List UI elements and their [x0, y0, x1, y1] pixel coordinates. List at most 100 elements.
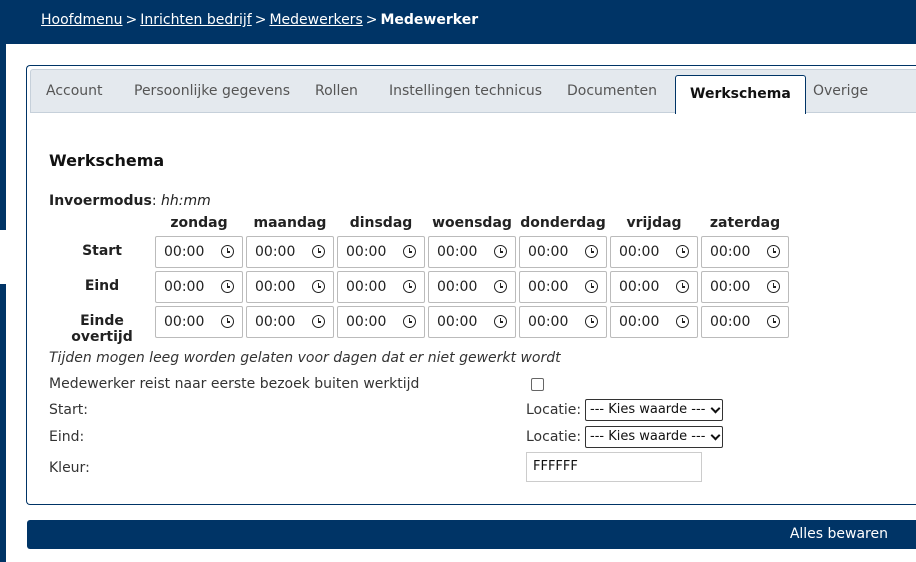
breadcrumb: Hoofdmenu > Inrichten bedrijf > Medewerkers >…: [41, 12, 478, 28]
day-header-4: donderdag: [520, 215, 606, 231]
start-location-select[interactable]: --- Kies waarde ---: [585, 399, 723, 421]
time-value: 00:00: [619, 279, 660, 295]
start-locatie-label: Locatie:: [526, 402, 582, 418]
time-input[interactable]: 00:00: [428, 236, 516, 268]
time-input[interactable]: 00:00: [519, 306, 607, 338]
breadcrumb-separator: >: [254, 12, 267, 28]
clock-icon[interactable]: [585, 315, 598, 328]
clock-icon[interactable]: [403, 280, 416, 293]
row-label-2: Einde overtijd: [71, 313, 133, 345]
save-all-label: Alles bewaren: [789, 526, 888, 542]
tab-account[interactable]: Account: [46, 70, 103, 113]
clock-icon[interactable]: [403, 315, 416, 328]
tab-documenten[interactable]: Documenten: [567, 70, 657, 113]
day-header-6: zaterdag: [709, 215, 781, 231]
clock-icon[interactable]: [585, 280, 598, 293]
schedule-note: Tijden mogen leeg worden gelaten voor da…: [49, 350, 561, 366]
tab-instellingen-technicus[interactable]: Instellingen technicus: [389, 70, 542, 113]
breadcrumb-medewerkers[interactable]: Medewerkers: [269, 12, 362, 28]
section-title: Werkschema: [49, 151, 165, 170]
time-input[interactable]: 00:00: [519, 236, 607, 268]
travel-checkbox[interactable]: [531, 378, 544, 391]
page-content: Account Persoonlijke gegevens Rollen Ins…: [6, 44, 916, 562]
time-value: 00:00: [255, 244, 296, 260]
time-input[interactable]: 00:00: [610, 306, 698, 338]
tab-bar: Account Persoonlijke gegevens Rollen Ins…: [30, 69, 916, 114]
time-value: 00:00: [710, 279, 751, 295]
time-value: 00:00: [528, 314, 569, 330]
clock-icon[interactable]: [767, 280, 780, 293]
travel-label: Medewerker reist naar eerste bezoek buit…: [49, 376, 420, 392]
breadcrumb-separator: >: [365, 12, 378, 28]
clock-icon[interactable]: [221, 280, 234, 293]
day-header-0: zondag: [170, 215, 228, 231]
time-value: 00:00: [528, 279, 569, 295]
clock-icon[interactable]: [221, 245, 234, 258]
time-input[interactable]: 00:00: [155, 306, 243, 338]
day-header-2: dinsdag: [349, 215, 413, 231]
time-input[interactable]: 00:00: [428, 306, 516, 338]
start-location-value: --- Kies waarde ---: [590, 402, 706, 417]
time-input[interactable]: 00:00: [246, 306, 334, 338]
time-input[interactable]: 00:00: [701, 271, 789, 303]
clock-icon[interactable]: [676, 280, 689, 293]
time-input[interactable]: 00:00: [701, 306, 789, 338]
tab-persoonlijke-gegevens[interactable]: Persoonlijke gegevens: [134, 70, 290, 113]
day-header-1: maandag: [253, 215, 327, 231]
time-value: 00:00: [346, 314, 387, 330]
time-input[interactable]: 00:00: [519, 271, 607, 303]
clock-icon[interactable]: [403, 245, 416, 258]
day-header-3: woensdag: [432, 215, 512, 231]
tab-overige[interactable]: Overige: [813, 70, 868, 113]
time-value: 00:00: [619, 314, 660, 330]
clock-icon[interactable]: [494, 280, 507, 293]
time-input[interactable]: 00:00: [246, 236, 334, 268]
time-input[interactable]: 00:00: [610, 271, 698, 303]
end-location-label: Eind:: [49, 429, 85, 445]
tab-rollen[interactable]: Rollen: [315, 70, 358, 113]
time-input[interactable]: 00:00: [337, 271, 425, 303]
clock-icon[interactable]: [767, 315, 780, 328]
breadcrumb-inrichten-bedrijf[interactable]: Inrichten bedrijf: [140, 12, 252, 28]
tab-werkschema[interactable]: Werkschema: [675, 75, 806, 114]
time-input[interactable]: 00:00: [155, 236, 243, 268]
time-input[interactable]: 00:00: [337, 236, 425, 268]
end-location-select[interactable]: --- Kies waarde ---: [585, 426, 723, 448]
clock-icon[interactable]: [312, 315, 325, 328]
time-input[interactable]: 00:00: [610, 236, 698, 268]
clock-icon[interactable]: [676, 315, 689, 328]
row-label-1: Eind: [84, 278, 120, 294]
time-value: 00:00: [619, 244, 660, 260]
clock-icon[interactable]: [312, 245, 325, 258]
time-input[interactable]: 00:00: [337, 306, 425, 338]
clock-icon[interactable]: [312, 280, 325, 293]
time-value: 00:00: [164, 244, 205, 260]
clock-icon[interactable]: [676, 245, 689, 258]
time-value: 00:00: [528, 244, 569, 260]
row-label-0: Start: [82, 243, 122, 259]
clock-icon[interactable]: [494, 245, 507, 258]
end-locatie-label: Locatie:: [526, 429, 582, 445]
time-input[interactable]: 00:00: [428, 271, 516, 303]
clock-icon[interactable]: [767, 245, 780, 258]
chevron-down-icon: [710, 430, 721, 441]
input-mode-label: Invoermodus: [49, 193, 152, 209]
time-value: 00:00: [437, 279, 478, 295]
time-input[interactable]: 00:00: [155, 271, 243, 303]
time-value: 00:00: [437, 314, 478, 330]
input-mode-value: hh:mm: [161, 193, 211, 209]
color-input[interactable]: FFFFFF: [526, 452, 702, 482]
breadcrumb-hoofdmenu[interactable]: Hoofdmenu: [41, 12, 122, 28]
clock-icon[interactable]: [221, 315, 234, 328]
time-value: 00:00: [164, 279, 205, 295]
clock-icon[interactable]: [585, 245, 598, 258]
time-value: 00:00: [710, 314, 751, 330]
time-value: 00:00: [710, 244, 751, 260]
save-all-button[interactable]: Alles bewaren: [27, 520, 916, 549]
end-location-value: --- Kies waarde ---: [590, 429, 706, 444]
time-input[interactable]: 00:00: [701, 236, 789, 268]
clock-icon[interactable]: [494, 315, 507, 328]
time-input[interactable]: 00:00: [246, 271, 334, 303]
time-value: 00:00: [255, 314, 296, 330]
breadcrumb-current: Medewerker: [380, 12, 479, 28]
